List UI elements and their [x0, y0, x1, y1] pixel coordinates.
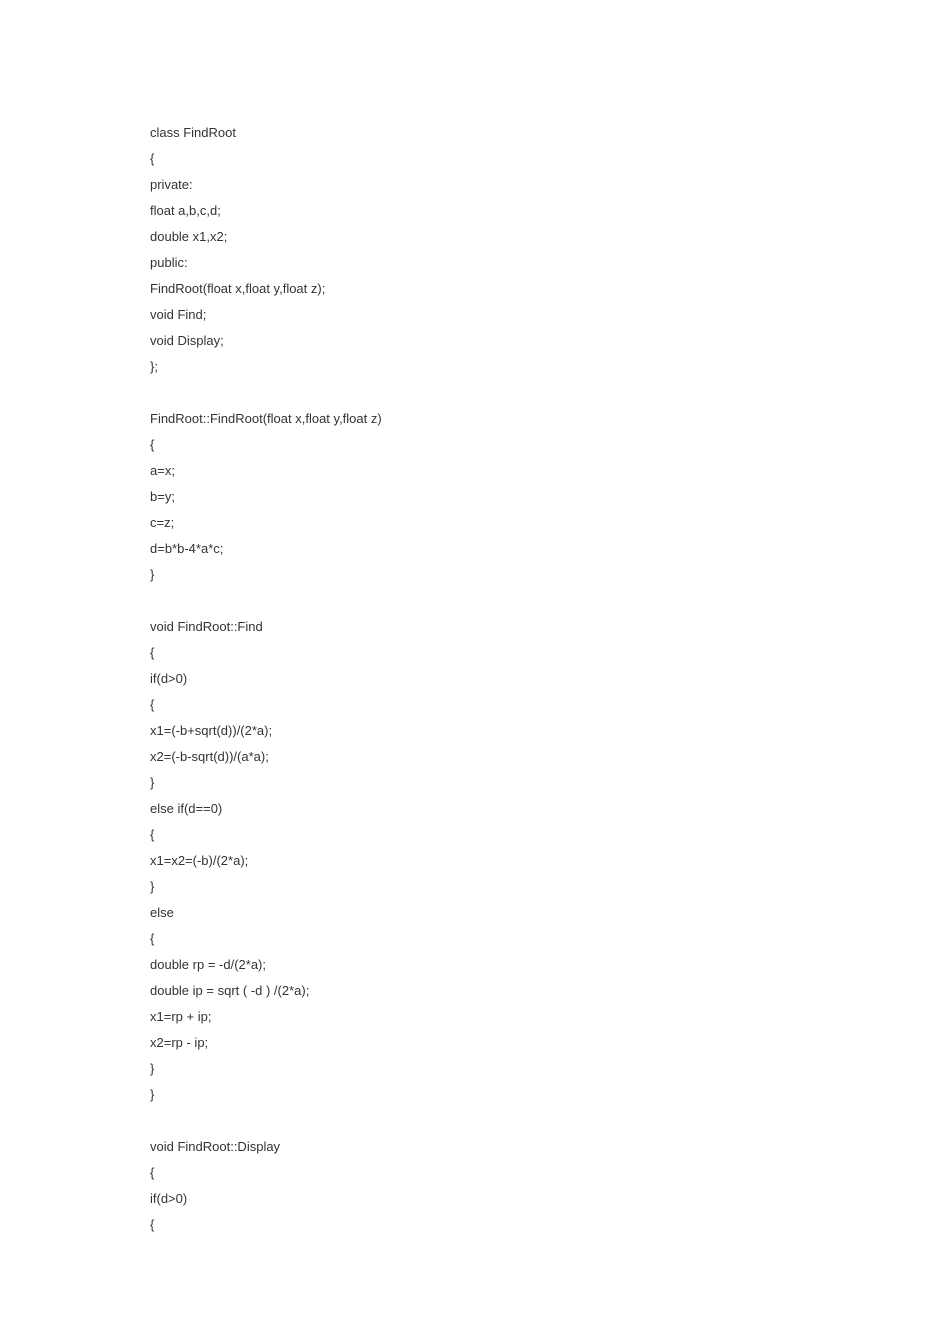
blank-line — [150, 588, 800, 614]
code-line: x2=(-b-sqrt(d))/(a*a); — [150, 744, 800, 770]
code-line: private: — [150, 172, 800, 198]
code-line: void FindRoot::Find — [150, 614, 800, 640]
code-line: } — [150, 1082, 800, 1108]
code-line: x2=rp - ip; — [150, 1030, 800, 1056]
code-line: x1=(-b+sqrt(d))/(2*a); — [150, 718, 800, 744]
code-line: { — [150, 1160, 800, 1186]
code-line: } — [150, 562, 800, 588]
code-line: { — [150, 1212, 800, 1238]
code-line: void Display; — [150, 328, 800, 354]
code-line: double rp = -d/(2*a); — [150, 952, 800, 978]
code-line: a=x; — [150, 458, 800, 484]
code-line: { — [150, 432, 800, 458]
code-line: { — [150, 692, 800, 718]
code-line: else if(d==0) — [150, 796, 800, 822]
code-line: double x1,x2; — [150, 224, 800, 250]
code-line: { — [150, 640, 800, 666]
code-line: if(d>0) — [150, 1186, 800, 1212]
code-line: FindRoot(float x,float y,float z); — [150, 276, 800, 302]
code-line: } — [150, 1056, 800, 1082]
code-line: d=b*b-4*a*c; — [150, 536, 800, 562]
blank-line — [150, 1108, 800, 1134]
code-line: x1=rp + ip; — [150, 1004, 800, 1030]
code-line: FindRoot::FindRoot(float x,float y,float… — [150, 406, 800, 432]
document-page: class FindRoot { private: float a,b,c,d;… — [0, 0, 950, 1344]
code-line: void Find; — [150, 302, 800, 328]
code-line: b=y; — [150, 484, 800, 510]
code-line: }; — [150, 354, 800, 380]
code-line: { — [150, 822, 800, 848]
code-line: } — [150, 770, 800, 796]
code-line: else — [150, 900, 800, 926]
code-line: double ip = sqrt ( -d ) /(2*a); — [150, 978, 800, 1004]
code-line: class FindRoot — [150, 120, 800, 146]
code-line: public: — [150, 250, 800, 276]
code-line: void FindRoot::Display — [150, 1134, 800, 1160]
blank-line — [150, 380, 800, 406]
code-line: { — [150, 926, 800, 952]
code-line: c=z; — [150, 510, 800, 536]
code-line: } — [150, 874, 800, 900]
code-line: { — [150, 146, 800, 172]
code-line: if(d>0) — [150, 666, 800, 692]
code-line: x1=x2=(-b)/(2*a); — [150, 848, 800, 874]
code-line: float a,b,c,d; — [150, 198, 800, 224]
